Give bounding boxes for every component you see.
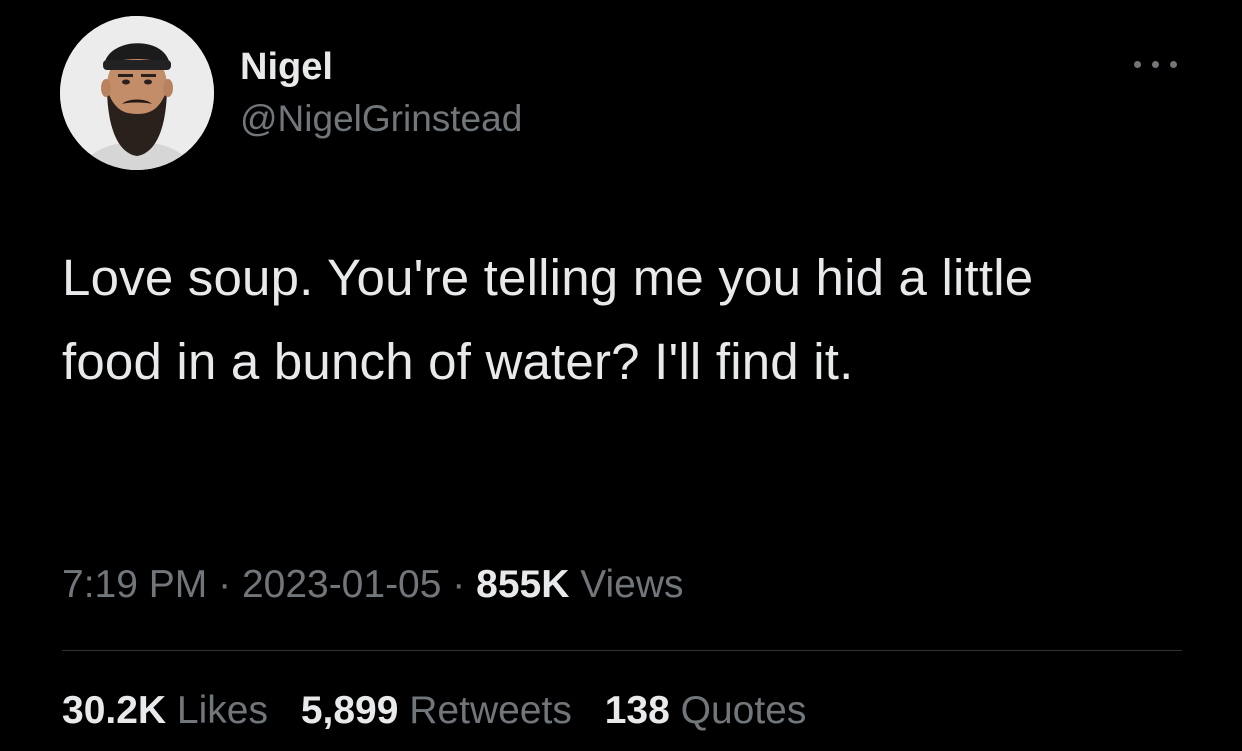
likes-stat[interactable]: 30.2K Likes [62,686,268,736]
more-dots-icon[interactable] [1132,52,1180,76]
retweets-stat[interactable]: 5,899 Retweets [301,686,572,736]
meta-separator: · [452,563,466,606]
author-handle[interactable]: @NigelGrinstead [240,96,522,142]
divider [62,650,1182,651]
avatar-image [60,16,214,170]
likes-label: Likes [176,689,268,732]
author-name[interactable]: Nigel [240,44,333,90]
retweets-count: 5,899 [300,689,399,732]
views-count: 855K [476,563,570,606]
views-label: Views [580,563,684,606]
likes-count: 30.2K [62,689,167,732]
tweet-meta: 7:19 PM · 2023-01-05 · 855K Views [62,560,684,610]
meta-separator: · [218,563,232,606]
tweet-card: Nigel @NigelGrinstead Love soup. You're … [0,0,1242,751]
avatar[interactable] [60,16,214,170]
quotes-label: Quotes [680,689,807,732]
quotes-count: 138 [604,689,670,732]
engagement-stats: 30.2K Likes 5,899 Retweets 138 Quotes [62,686,828,736]
retweets-label: Retweets [409,689,572,732]
quotes-stat[interactable]: 138 Quotes [605,686,807,736]
tweet-text: Love soup. You're telling me you hid a l… [62,249,1034,390]
tweet-time[interactable]: 7:19 PM [62,563,207,606]
tweet-date[interactable]: 2023-01-05 [242,563,442,606]
